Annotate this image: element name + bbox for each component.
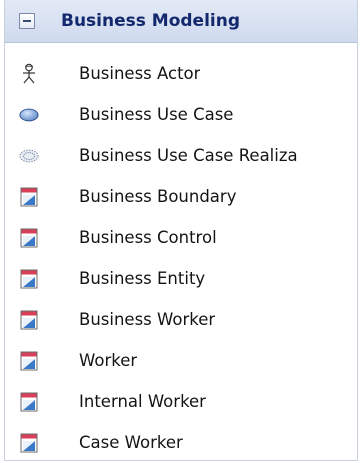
class-element-icon xyxy=(19,227,39,249)
class-element-icon xyxy=(19,432,39,454)
class-element-icon xyxy=(19,350,39,372)
toolbox-item-business-boundary[interactable]: Business Boundary xyxy=(5,176,357,217)
toolbox-item-case-worker[interactable]: Case Worker xyxy=(5,422,357,463)
toolbox-item-business-control[interactable]: Business Control xyxy=(5,217,357,258)
class-element-icon xyxy=(19,186,39,208)
class-element-icon xyxy=(19,268,39,290)
toolbox-item-label: Business Worker xyxy=(79,310,216,329)
toolbox-item-label: Business Actor xyxy=(79,64,201,83)
use-case-icon xyxy=(19,104,39,126)
section-header[interactable]: Business Modeling xyxy=(5,0,357,43)
actor-icon xyxy=(19,63,39,85)
class-element-icon xyxy=(19,309,39,331)
toolbox-item-label: Worker xyxy=(79,351,138,370)
toolbox-item-label: Business Control xyxy=(79,228,217,247)
collapse-icon[interactable] xyxy=(19,13,35,29)
toolbox-item-label: Case Worker xyxy=(79,433,183,452)
toolbox-item-business-use-case-realization[interactable]: Business Use Case Realiza xyxy=(5,135,357,176)
toolbox-item-business-entity[interactable]: Business Entity xyxy=(5,258,357,299)
toolbox-item-internal-worker[interactable]: Internal Worker xyxy=(5,381,357,422)
toolbox-item-label: Business Use Case xyxy=(79,105,234,124)
toolbox-item-list: Business Actor Business Use Case Busines… xyxy=(5,43,357,463)
toolbox-panel: Business Modeling Business Actor Busines… xyxy=(4,0,358,461)
use-case-realization-icon xyxy=(19,145,39,167)
section-title: Business Modeling xyxy=(61,11,241,31)
toolbox-item-worker[interactable]: Worker xyxy=(5,340,357,381)
minus-icon xyxy=(23,20,31,22)
class-element-icon xyxy=(19,391,39,413)
toolbox-item-business-use-case[interactable]: Business Use Case xyxy=(5,94,357,135)
toolbox-item-label: Business Entity xyxy=(79,269,206,288)
toolbox-item-business-worker[interactable]: Business Worker xyxy=(5,299,357,340)
toolbox-item-label: Internal Worker xyxy=(79,392,206,411)
toolbox-item-label: Business Use Case Realiza xyxy=(79,146,298,165)
toolbox-item-label: Business Boundary xyxy=(79,187,237,206)
toolbox-item-business-actor[interactable]: Business Actor xyxy=(5,53,357,94)
